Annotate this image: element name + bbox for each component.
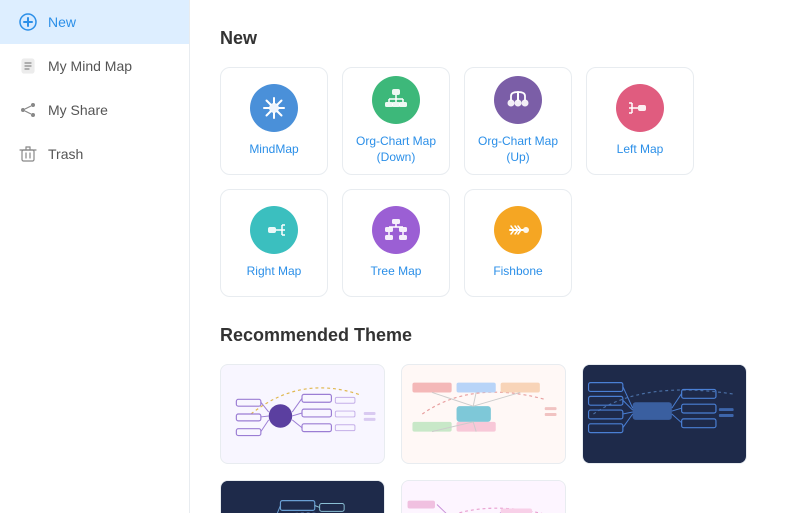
sidebar-item-trash[interactable]: Trash	[0, 132, 189, 176]
share-icon	[18, 100, 38, 120]
theme-grid	[220, 364, 770, 513]
main-content: New MindMap	[190, 0, 800, 513]
tree-map-icon-circle	[372, 206, 420, 254]
fishbone-label: Fishbone	[493, 264, 542, 280]
org-up-label: Org-Chart Map (Up)	[465, 134, 571, 165]
theme-card-4[interactable]	[220, 480, 385, 513]
tree-map-label: Tree Map	[371, 264, 422, 280]
theme-card-3[interactable]	[582, 364, 747, 464]
map-card-org-up[interactable]: Org-Chart Map (Up)	[464, 67, 572, 175]
fishbone-icon-circle	[494, 206, 542, 254]
sidebar-item-trash-label: Trash	[48, 146, 83, 162]
sidebar-item-new[interactable]: New	[0, 0, 189, 44]
mindmap-icon-circle	[250, 84, 298, 132]
right-map-label: Right Map	[247, 264, 302, 280]
left-map-icon-circle	[616, 84, 664, 132]
map-card-fishbone[interactable]: Fishbone	[464, 189, 572, 297]
org-down-icon-circle	[372, 76, 420, 124]
map-card-org-down[interactable]: Org-Chart Map(Down)	[342, 67, 450, 175]
theme-card-5[interactable]	[401, 480, 566, 513]
sidebar-item-new-label: New	[48, 14, 76, 30]
sidebar-item-my-share-label: My Share	[48, 102, 108, 118]
org-up-icon-circle	[494, 76, 542, 124]
file-icon	[18, 56, 38, 76]
plus-icon	[18, 12, 38, 32]
theme-card-1[interactable]	[220, 364, 385, 464]
sidebar-item-my-share[interactable]: My Share	[0, 88, 189, 132]
sidebar-item-my-mind-map-label: My Mind Map	[48, 58, 132, 74]
new-section-title: New	[220, 28, 770, 49]
recommended-theme-title: Recommended Theme	[220, 325, 770, 346]
sidebar-item-my-mind-map[interactable]: My Mind Map	[0, 44, 189, 88]
right-map-icon-circle	[250, 206, 298, 254]
map-card-right[interactable]: Right Map	[220, 189, 328, 297]
theme-card-2[interactable]	[401, 364, 566, 464]
map-card-mindmap[interactable]: MindMap	[220, 67, 328, 175]
sidebar: New My Mind Map My Share	[0, 0, 190, 513]
mindmap-label: MindMap	[249, 142, 298, 158]
map-card-tree[interactable]: Tree Map	[342, 189, 450, 297]
org-down-label: Org-Chart Map(Down)	[356, 134, 436, 165]
trash-icon	[18, 144, 38, 164]
left-map-label: Left Map	[617, 142, 664, 158]
map-card-left[interactable]: Left Map	[586, 67, 694, 175]
map-type-grid: MindMap Org-Chart Map(Down)	[220, 67, 770, 297]
